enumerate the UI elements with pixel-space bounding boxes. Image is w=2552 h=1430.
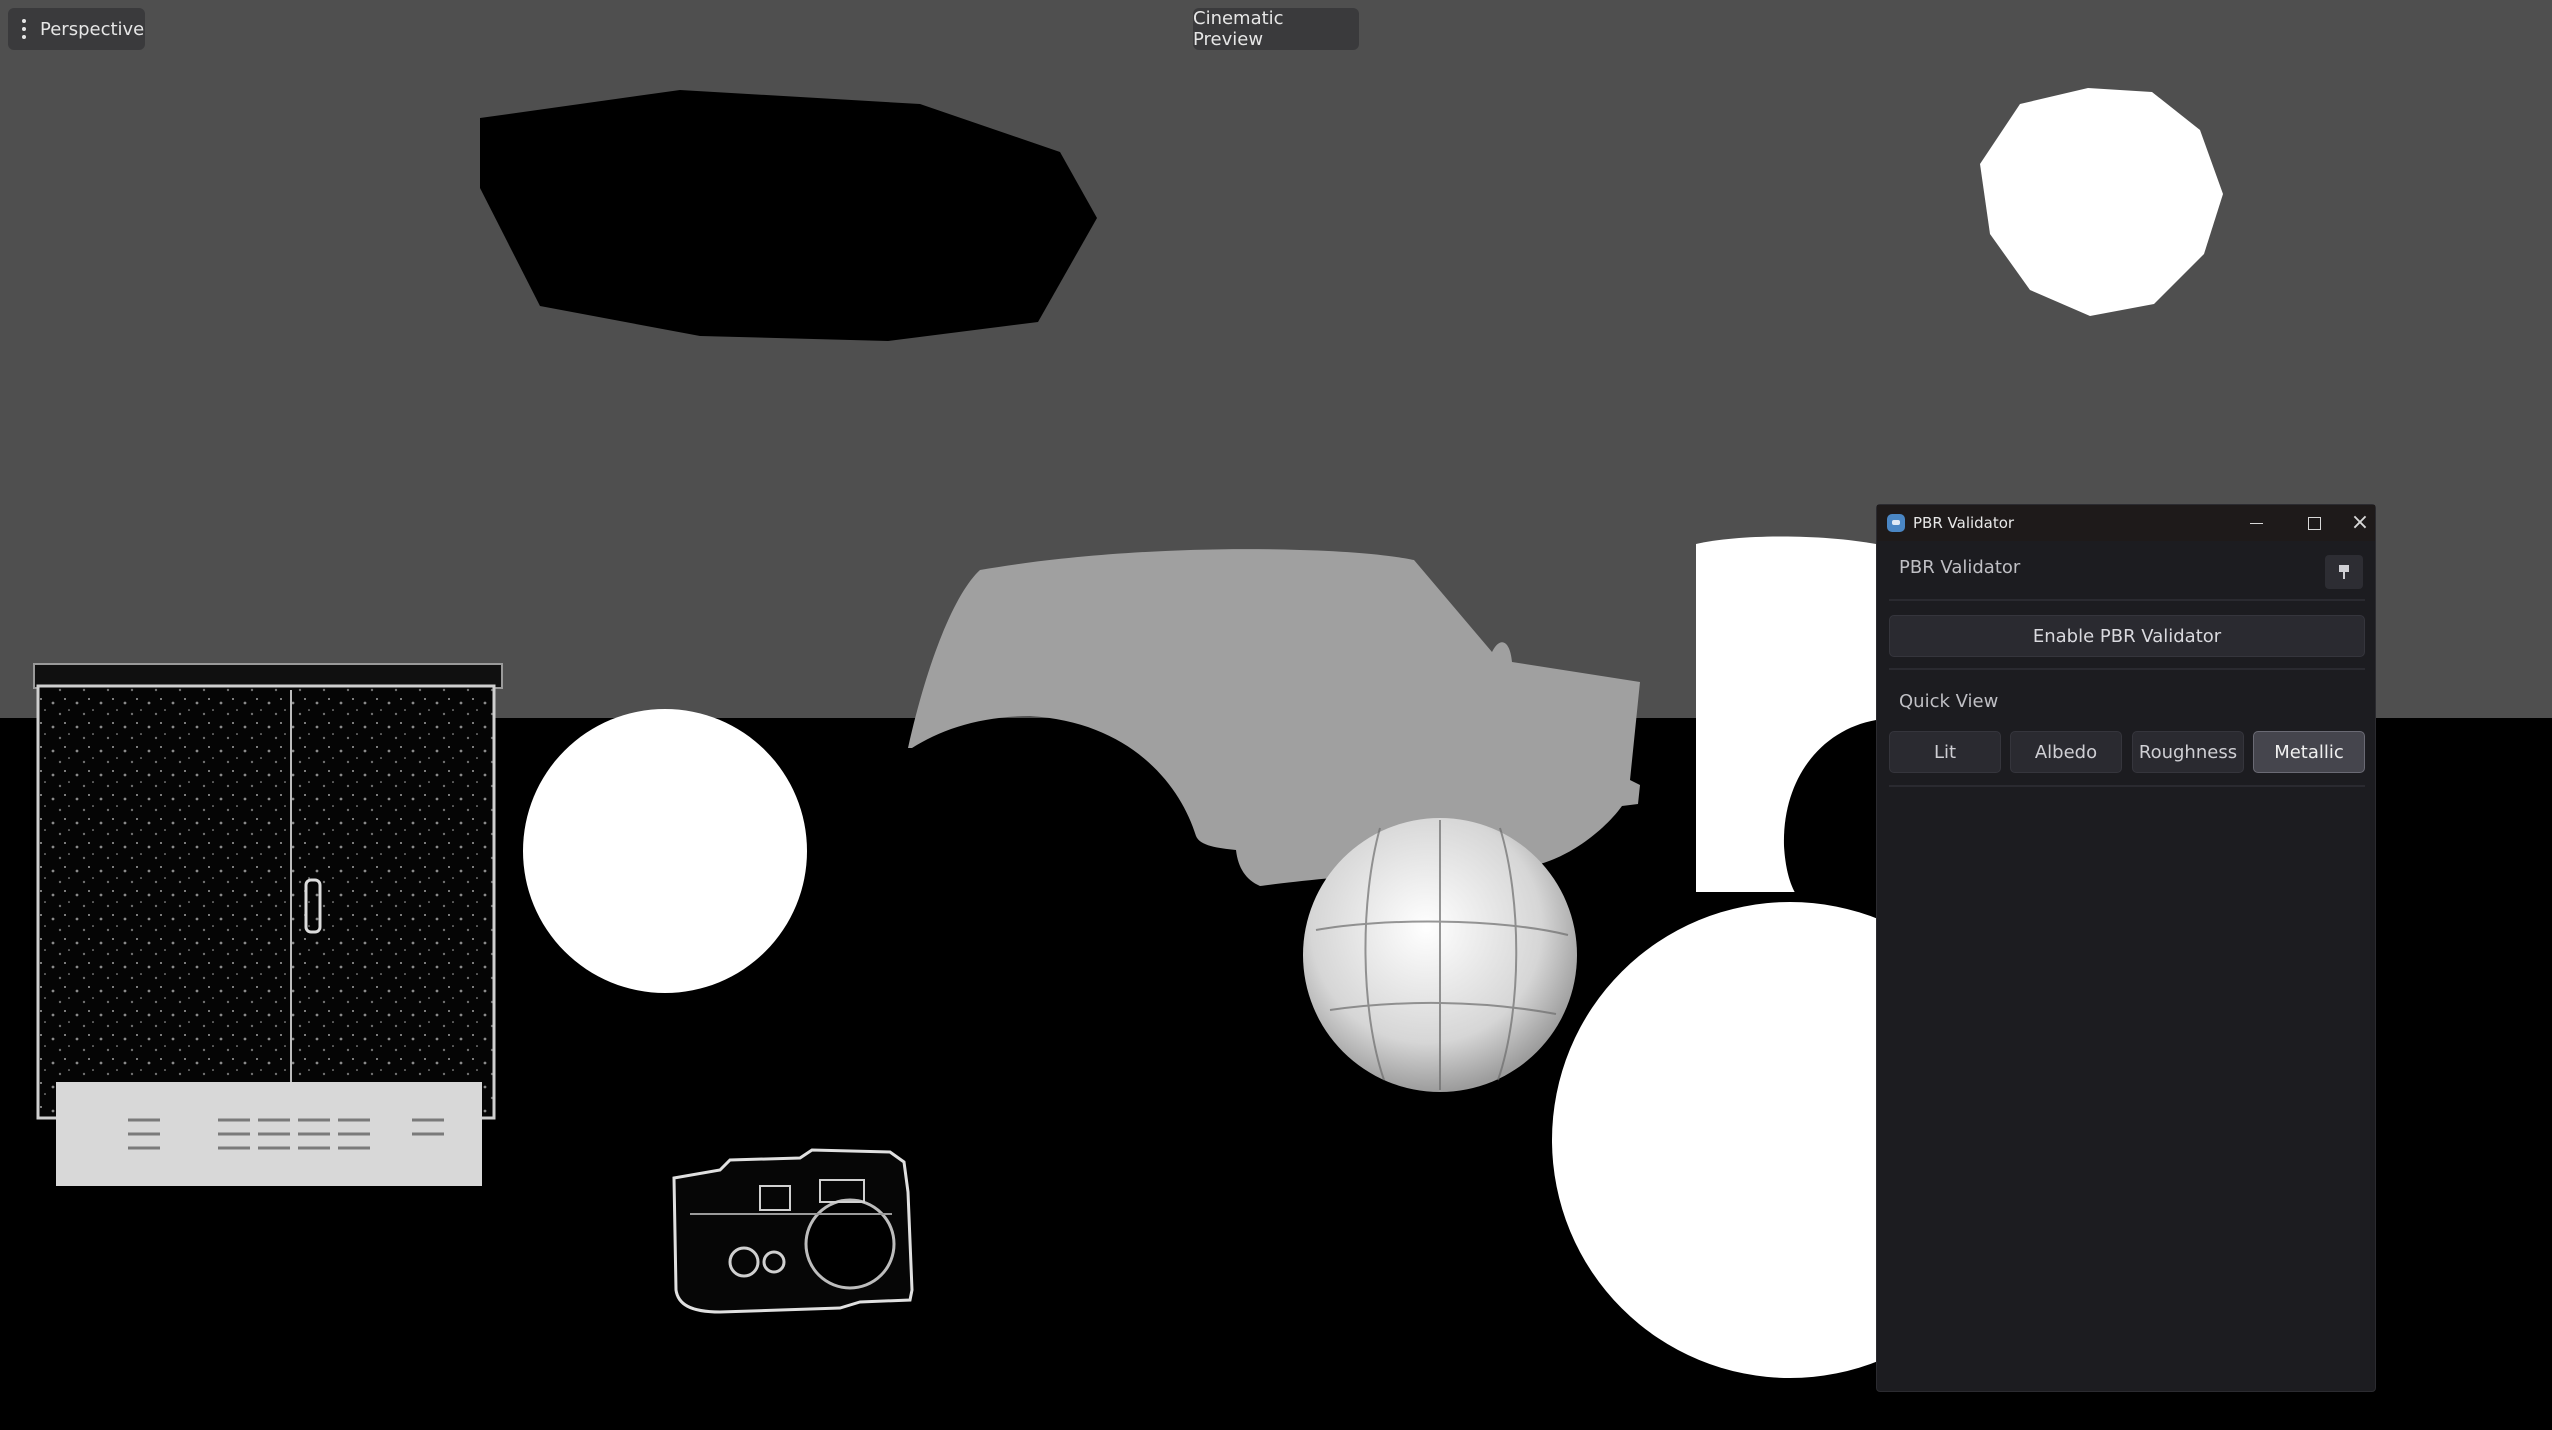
enable-pbr-validator-button[interactable]: Enable PBR Validator [1889,615,2365,657]
white-cylinder [1696,536,1876,900]
kebab-menu-icon [22,19,26,39]
window-title: PBR Validator [1913,514,2015,532]
quick-view-albedo-button[interactable]: Albedo [2010,731,2122,773]
app-icon [1887,514,1905,532]
cinematic-preview-button[interactable]: Cinematic Preview [1193,8,1359,50]
pin-icon [2339,565,2349,579]
panel-title: PBR Validator [1899,557,2021,578]
quick-view-metallic-button[interactable]: Metallic [2253,731,2365,773]
divider [1889,785,2365,787]
close-button[interactable]: × [2344,505,2376,541]
view-mode-label: Perspective [40,18,145,40]
quick-view-roughness-button[interactable]: Roughness [2132,731,2244,773]
minimize-icon [2249,522,2263,524]
quick-view-lit-button[interactable]: Lit [1889,731,2001,773]
divider [1889,668,2365,670]
white-sphere-left [523,709,807,993]
quick-view-buttons: Lit Albedo Roughness Metallic [1889,731,2365,773]
maximize-icon [2307,516,2321,530]
pbr-validator-window: PBR Validator × PBR Validator Enable PBR… [1876,504,2376,1392]
quick-view-label: Quick View [1899,691,1999,712]
panel-header: PBR Validator [1877,541,2375,593]
minimize-button[interactable] [2228,505,2284,541]
view-mode-button[interactable]: Perspective [8,8,145,50]
vintage-camera [672,1148,914,1314]
divider [1889,599,2365,601]
window-titlebar[interactable]: PBR Validator × [1877,505,2375,541]
close-icon: × [2350,510,2370,535]
pin-button[interactable] [2325,555,2363,589]
cinematic-preview-label: Cinematic Preview [1193,8,1284,50]
utility-cabinet [33,663,503,1186]
maximize-button[interactable] [2286,505,2342,541]
